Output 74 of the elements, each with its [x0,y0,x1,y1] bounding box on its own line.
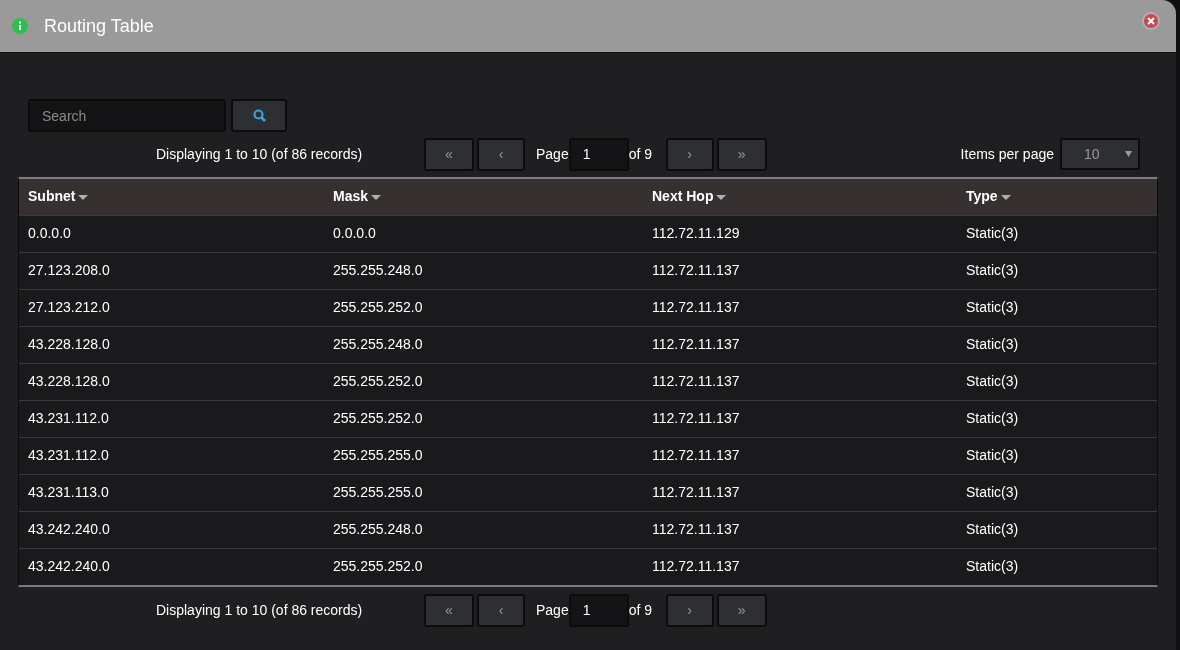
window-title: Routing Table [44,14,154,38]
table-cell: 112.72.11.137 [643,474,957,511]
table-cell: 43.231.112.0 [19,400,324,437]
table-cell: 112.72.11.137 [643,437,957,474]
table-cell: 27.123.212.0 [19,289,324,326]
table-cell: Static(3) [957,289,1157,326]
table-cell: 255.255.252.0 [324,400,643,437]
sort-caret-icon [1000,195,1011,201]
items-per-page-label: Items per page [960,144,1054,164]
table-cell: 112.72.11.137 [643,400,957,437]
close-icon [1147,17,1155,25]
table-cell: Static(3) [957,474,1157,511]
search-field[interactable]: Search [28,99,226,132]
column-header[interactable]: Mask [324,179,643,215]
table-cell: 255.255.252.0 [324,363,643,400]
page-count: of 9 [628,144,654,164]
table-cell: 255.255.255.0 [324,474,643,511]
table-cell: 255.255.252.0 [324,548,643,585]
table-cell: Static(3) [957,215,1157,252]
sort-caret-icon [78,195,89,201]
table-cell: 43.231.113.0 [19,474,324,511]
first-page-button[interactable]: « [424,137,474,171]
table-cell: Static(3) [957,548,1157,585]
column-header[interactable]: Next Hop [643,179,957,215]
page-label: Page [536,600,569,620]
page-label: Page [536,144,569,164]
page-number-field[interactable]: 1 [568,593,629,627]
sort-caret-icon [716,195,727,201]
table-cell: 255.255.248.0 [324,252,643,289]
table-cell: 112.72.11.137 [643,511,957,548]
table-cell: 43.228.128.0 [19,363,324,400]
previous-page-button[interactable]: ‹ [477,137,525,171]
table-cell: Static(3) [957,437,1157,474]
table-cell: 112.72.11.137 [643,548,957,585]
last-page-button[interactable]: » [716,137,767,171]
table-cell: 112.72.11.129 [643,215,957,252]
table-cell: 27.123.208.0 [19,252,324,289]
table-cell: 255.255.252.0 [324,289,643,326]
table-cell: 43.242.240.0 [19,548,324,585]
page-count: of 9 [628,600,654,620]
table-cell: 255.255.255.0 [324,437,643,474]
table-cell: Static(3) [957,511,1157,548]
column-header[interactable]: Subnet [19,179,324,215]
table-cell: 43.228.128.0 [19,326,324,363]
record-summary: Displaying 1 to 10 (of 86 records) [156,602,363,618]
table-cell: 255.255.248.0 [324,326,643,363]
table-cell: 112.72.11.137 [643,289,957,326]
next-page-button[interactable]: › [665,593,714,627]
table-cell: 255.255.248.0 [324,511,643,548]
table-cell: 43.231.112.0 [19,437,324,474]
table-cell: Static(3) [957,326,1157,363]
record-summary: Displaying 1 to 10 (of 86 records) [156,146,363,162]
items-per-page-dropdown[interactable]: 10 [1060,138,1140,170]
table-cell: Static(3) [957,400,1157,437]
table-cell: Static(3) [957,363,1157,400]
previous-page-button[interactable]: ‹ [477,593,525,627]
info-icon [12,18,28,34]
sort-caret-icon [371,195,382,201]
table-cell: 112.72.11.137 [643,326,957,363]
table-cell: 43.242.240.0 [19,511,324,548]
table-cell: 112.72.11.137 [643,363,957,400]
page-number-field[interactable]: 1 [568,137,629,171]
next-page-button[interactable]: › [665,137,714,171]
table-cell: 0.0.0.0 [324,215,643,252]
table-cell: 112.72.11.137 [643,252,957,289]
column-header[interactable]: Type [957,179,1157,215]
table-cell: Static(3) [957,252,1157,289]
close-button[interactable] [1142,12,1160,30]
caret-icon [1125,151,1132,157]
first-page-button[interactable]: « [424,593,474,627]
last-page-button[interactable]: » [716,593,767,627]
table-cell: 0.0.0.0 [19,215,324,252]
search-button[interactable] [231,99,287,132]
search-icon [252,109,266,122]
